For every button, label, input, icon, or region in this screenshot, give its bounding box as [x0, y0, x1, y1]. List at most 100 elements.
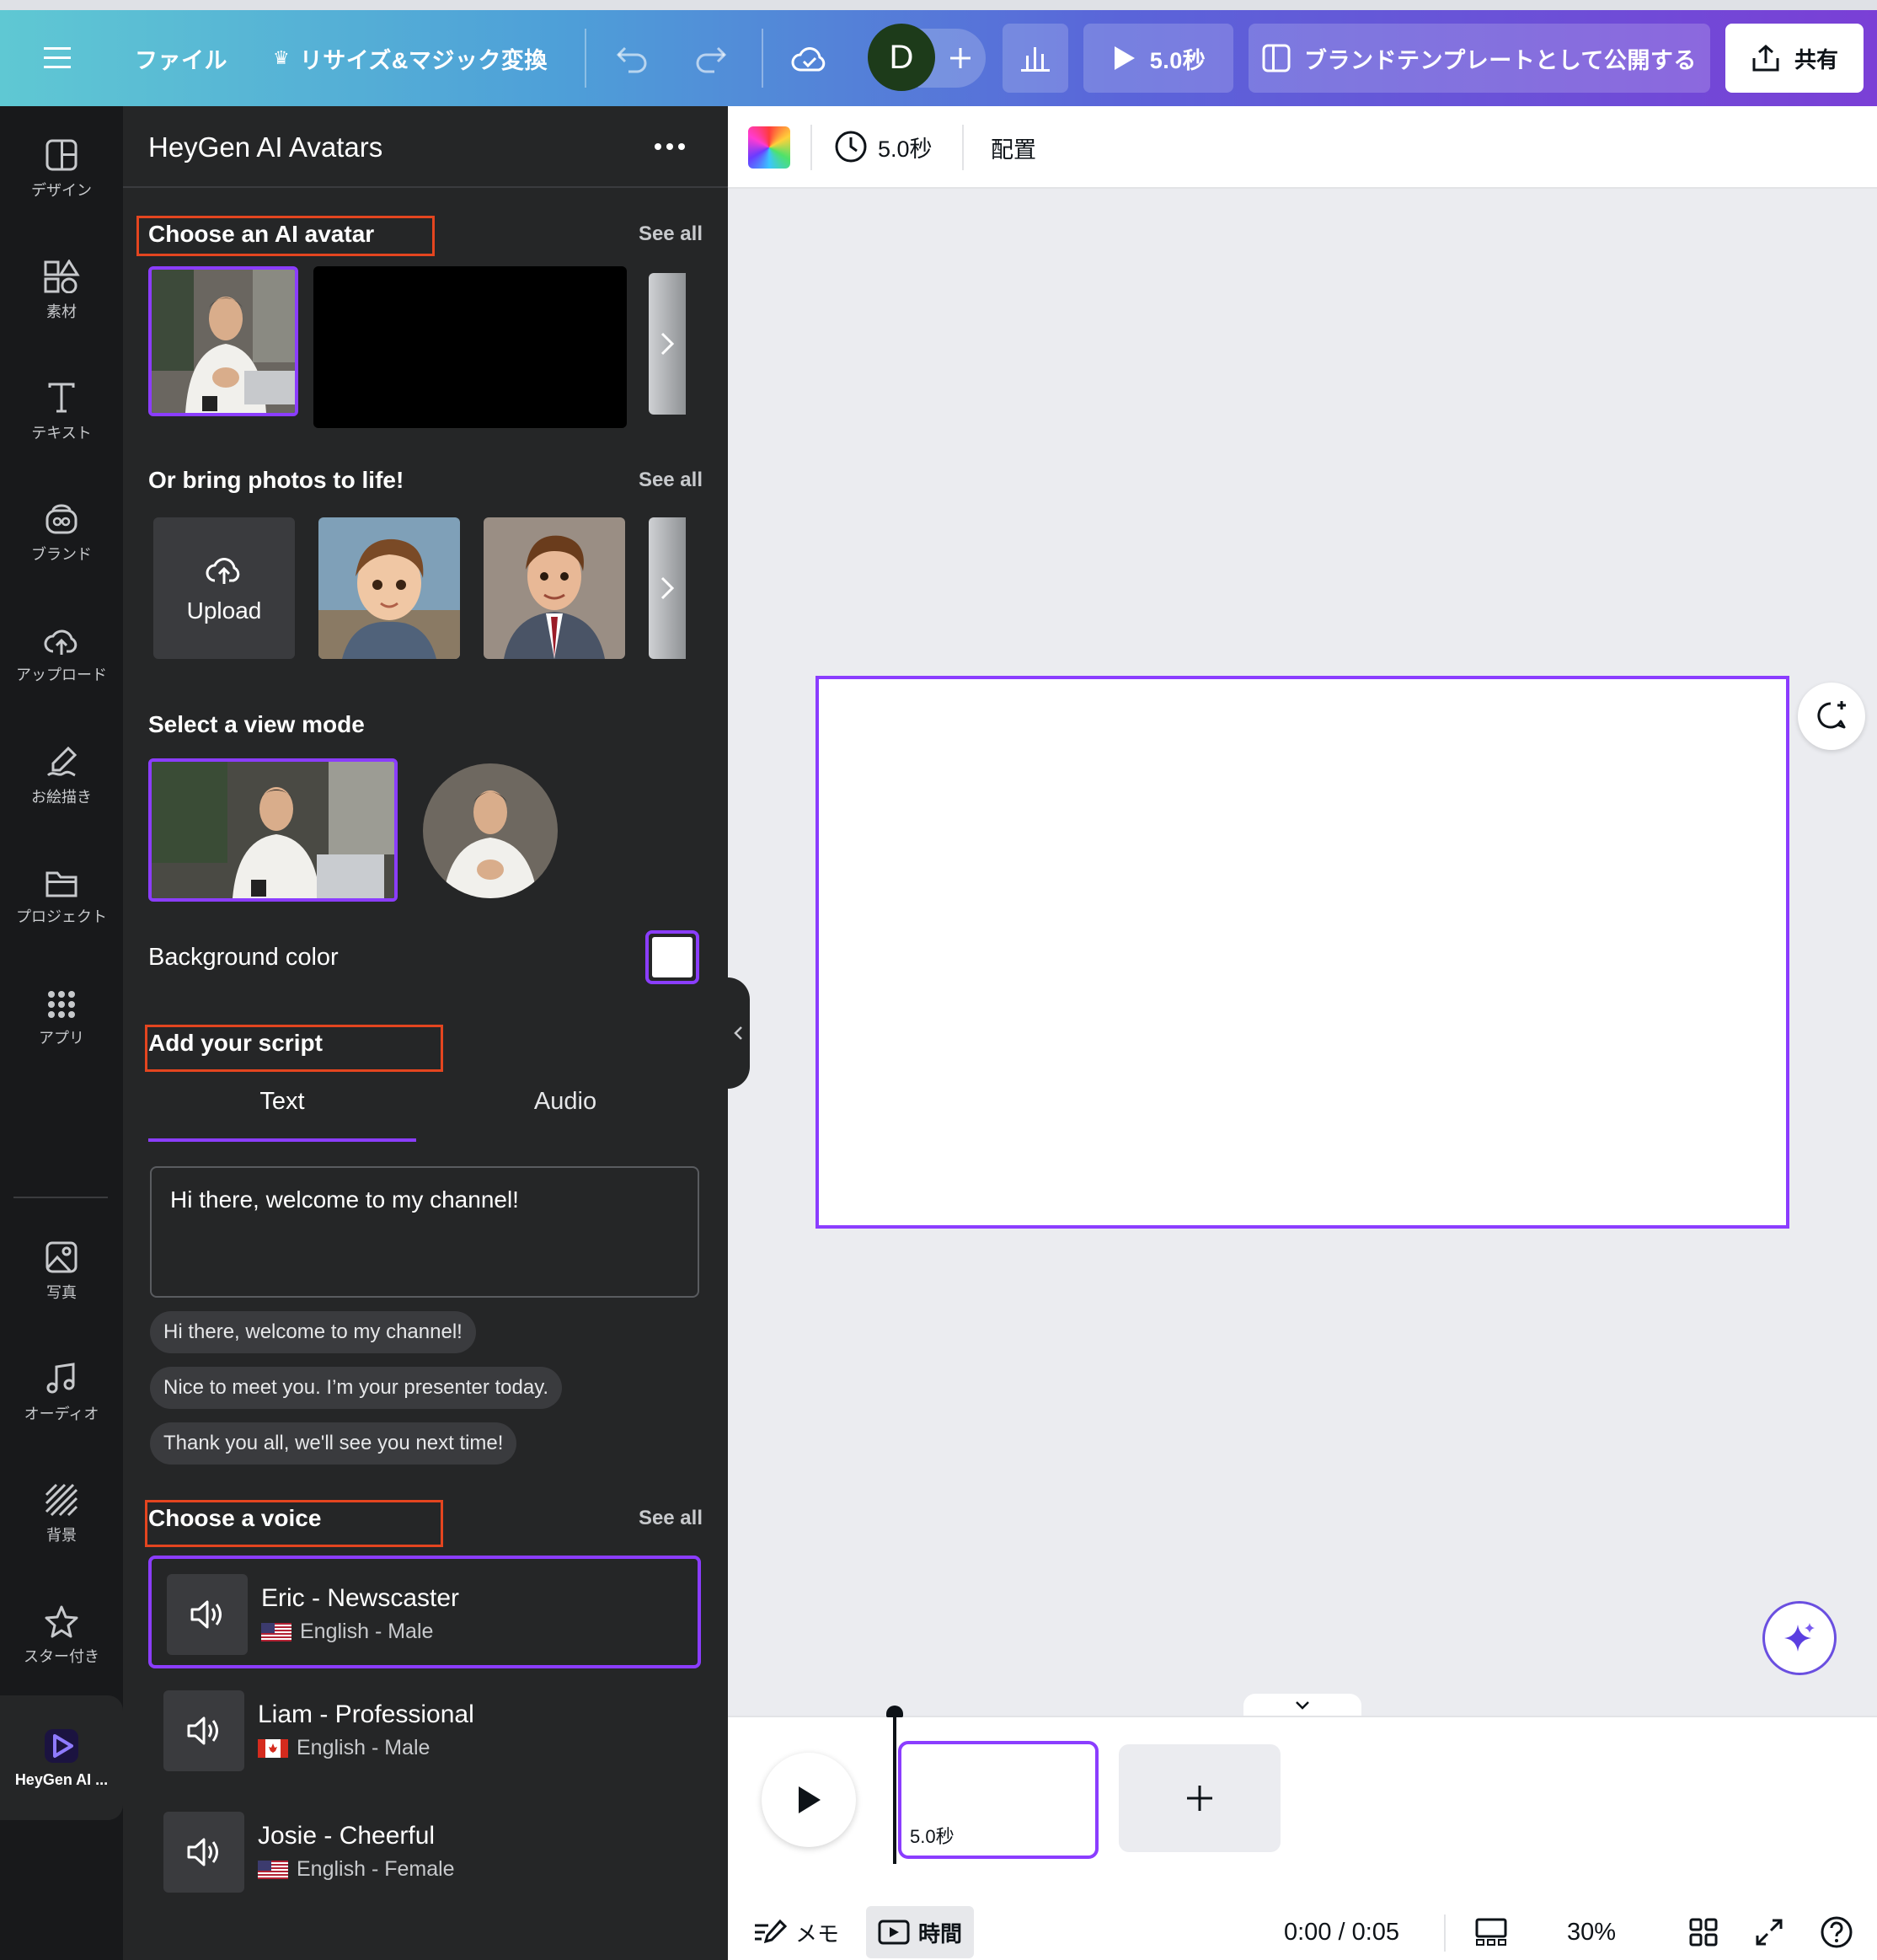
magic-assistant-button[interactable]: [1762, 1601, 1837, 1675]
redo-button[interactable]: [694, 10, 728, 106]
voice-option-eric[interactable]: Eric - Newscaster English - Male: [148, 1556, 701, 1668]
layout-icon: [45, 139, 78, 171]
hamburger-icon: [44, 47, 71, 68]
cloud-upload-icon: [206, 558, 240, 584]
rail-item-starred[interactable]: スター付き: [0, 1581, 123, 1690]
photo-scroll-next-button[interactable]: [649, 517, 686, 659]
rail-item-photos[interactable]: 写真: [0, 1217, 123, 1326]
insights-button[interactable]: [1003, 24, 1068, 93]
rail-item-heygen[interactable]: HeyGen AI ...: [0, 1695, 123, 1820]
heygen-logo-icon: [45, 1728, 78, 1763]
rail-label: お絵描き: [31, 789, 92, 806]
add-page-button[interactable]: [1119, 1744, 1281, 1852]
rail-label: 背景: [46, 1527, 77, 1544]
rail-item-apps[interactable]: アプリ: [0, 964, 123, 1074]
help-button[interactable]: [1820, 1906, 1853, 1958]
timeline-panel: 5.0秒 メモ 時間 0:00 / 0:05 30%: [728, 1706, 1877, 1960]
chevron-left-icon: [734, 1026, 742, 1040]
speaker-icon: [190, 1600, 222, 1629]
design-page[interactable]: [816, 676, 1789, 1229]
voice-preview-button[interactable]: [163, 1812, 244, 1893]
collapse-panel-button[interactable]: [726, 977, 750, 1089]
rail-item-uploads[interactable]: アップロード: [0, 600, 123, 710]
file-menu-button[interactable]: ファイル: [135, 10, 227, 106]
avatar-thumbnail-selected[interactable]: [148, 266, 298, 416]
voice-option-liam[interactable]: Liam - Professional English - Male: [148, 1675, 701, 1788]
timing-label: 時間: [918, 1920, 963, 1947]
resize-magic-button[interactable]: ♛ リサイズ&マジック変換: [273, 10, 548, 106]
voice-see-all-link[interactable]: See all: [639, 1507, 703, 1530]
clip-duration-label: 5.0秒: [910, 1826, 955, 1847]
cloud-save-button[interactable]: [790, 10, 829, 106]
canada-flag-icon: [258, 1738, 288, 1758]
position-button[interactable]: 配置: [991, 131, 1036, 164]
script-suggestion-chip[interactable]: Hi there, welcome to my channel!: [150, 1311, 476, 1353]
rail-item-design[interactable]: デザイン: [0, 115, 123, 224]
grid-view-button[interactable]: [1688, 1906, 1719, 1958]
script-suggestion-chip[interactable]: Thank you all, we'll see you next time!: [150, 1422, 517, 1465]
rail-label: スター付き: [24, 1648, 99, 1665]
voice-language: English - Male: [261, 1620, 433, 1644]
notes-button[interactable]: メモ: [753, 1906, 839, 1958]
music-note-icon: [46, 1363, 75, 1394]
photo-avatar-man[interactable]: [484, 517, 625, 659]
voice-section-title: Choose a voice: [148, 1505, 322, 1531]
background-stripes-icon: [45, 1483, 78, 1517]
plus-icon: [1187, 1786, 1212, 1811]
voice-preview-button[interactable]: [167, 1574, 248, 1655]
landscape-avatar-image: [152, 762, 394, 898]
rail-item-text[interactable]: テキスト: [0, 357, 123, 467]
timing-button[interactable]: 時間: [866, 1906, 975, 1958]
expand-icon: [1756, 1919, 1783, 1946]
avatar-video-preview[interactable]: [313, 266, 627, 428]
fullscreen-button[interactable]: [1754, 1906, 1784, 1958]
background-color-swatch[interactable]: [645, 930, 699, 984]
share-button[interactable]: 共有: [1725, 24, 1864, 93]
script-text-input[interactable]: Hi there, welcome to my channel!: [150, 1166, 699, 1298]
menu-button[interactable]: [44, 10, 74, 106]
toolbar-divider: [962, 125, 964, 170]
rail-item-background[interactable]: 背景: [0, 1459, 123, 1569]
view-mode-landscape-option[interactable]: [148, 758, 398, 902]
duration-button[interactable]: 5.0秒: [834, 130, 933, 163]
page-view-button[interactable]: [1474, 1906, 1508, 1958]
publish-brand-template-button[interactable]: ブランドテンプレートとして公開する: [1249, 24, 1710, 93]
photo-avatar-boy[interactable]: [318, 517, 460, 659]
avatar-see-all-link[interactable]: See all: [639, 222, 703, 246]
color-picker-button[interactable]: [748, 126, 790, 169]
publish-label: ブランドテンプレートとして公開する: [1304, 47, 1697, 73]
photo-see-all-link[interactable]: See all: [639, 469, 703, 492]
rail-item-projects[interactable]: プロジェクト: [0, 843, 123, 952]
text-icon: [48, 383, 75, 413]
rail-item-draw[interactable]: お絵描き: [0, 721, 123, 831]
view-mode-section-title: Select a view mode: [148, 711, 365, 737]
brand-icon: [45, 504, 78, 534]
rail-item-brand[interactable]: ブランド: [0, 479, 123, 588]
sparkle-icon: [1784, 1623, 1815, 1652]
avatar-scroll-next-button[interactable]: [649, 273, 686, 415]
upload-photo-button[interactable]: Upload: [153, 517, 295, 659]
rail-item-elements[interactable]: 素材: [0, 236, 123, 345]
zoom-level[interactable]: 30%: [1567, 1906, 1616, 1958]
timeline-play-button[interactable]: [762, 1753, 856, 1847]
playhead-line[interactable]: [893, 1709, 896, 1864]
undo-button[interactable]: [615, 10, 649, 106]
more-options-button[interactable]: [650, 131, 689, 162]
plus-icon: [950, 48, 971, 68]
script-suggestion-chip[interactable]: Nice to meet you. I’m your presenter tod…: [150, 1367, 563, 1409]
voice-preview-button[interactable]: [163, 1690, 244, 1771]
rail-item-audio[interactable]: オーディオ: [0, 1338, 123, 1448]
present-play-button[interactable]: 5.0秒: [1083, 24, 1233, 93]
voice-language: English - Female: [258, 1857, 455, 1882]
tab-text[interactable]: Text: [148, 1088, 416, 1116]
circle-avatar-image: [423, 763, 558, 898]
tab-audio[interactable]: Audio: [431, 1088, 699, 1116]
voice-option-josie[interactable]: Josie - Cheerful English - Female: [148, 1797, 701, 1909]
rail-label: 写真: [46, 1284, 77, 1301]
view-mode-circle-option[interactable]: [423, 763, 558, 898]
timeline-toggle-button[interactable]: [1243, 1694, 1361, 1717]
add-comment-button[interactable]: [1798, 683, 1865, 750]
duration-label: 5.0秒: [878, 136, 933, 162]
user-avatar[interactable]: D: [868, 24, 935, 91]
timeline-clip[interactable]: 5.0秒: [898, 1741, 1099, 1859]
